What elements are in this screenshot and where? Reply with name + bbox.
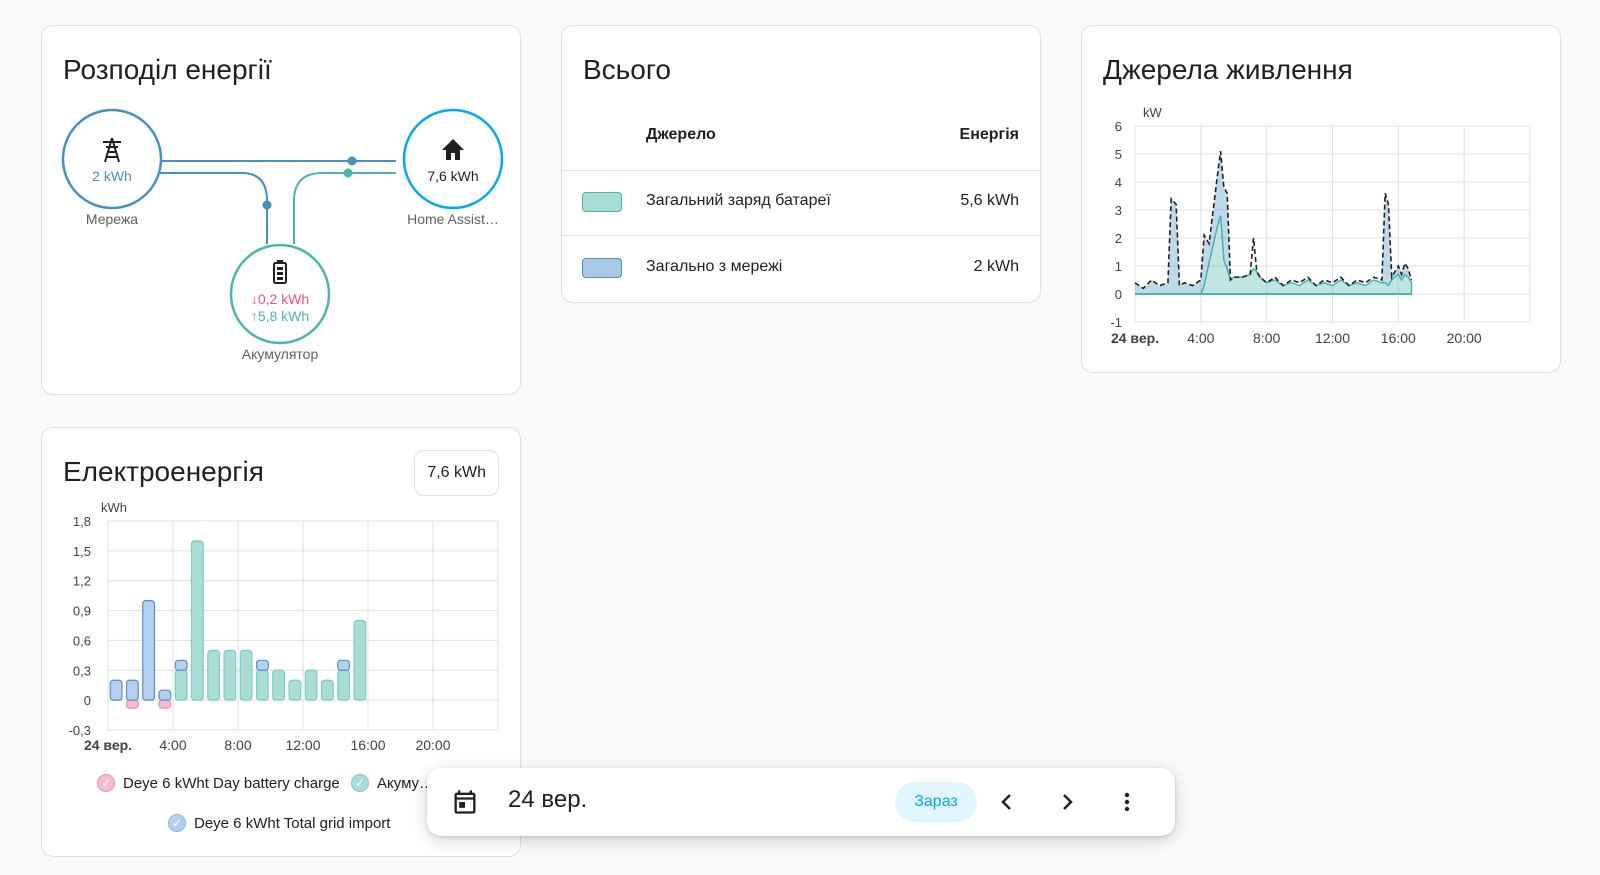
power-sources-card: Джерела живлення 6 5 4 3 2 1 0 -1 24 вер. 4:00 8:0… — [1081, 25, 1561, 373]
y-tick-label: 1,5 — [73, 544, 91, 559]
source-column-header: Джерело — [646, 126, 716, 143]
y-tick-label: -1 — [1110, 315, 1122, 330]
battery-node[interactable]: ↓0,2 kWh ↑5,8 kWh — [229, 243, 331, 345]
chevron-right-icon[interactable] — [1047, 782, 1087, 822]
y-tick-label: 6 — [1115, 119, 1122, 134]
x-tick-label: 12:00 — [285, 737, 320, 753]
x-tick-label: 4:00 — [159, 737, 186, 753]
bar-battery — [239, 649, 253, 701]
y-tick-label: 1,8 — [73, 514, 91, 529]
x-tick-label: 24 вер. — [84, 737, 132, 753]
date-picker-bar: 24 вер. Зараз — [427, 768, 1175, 836]
dots-vertical-icon[interactable] — [1107, 782, 1147, 822]
totals-row-value: 2 kWh — [973, 258, 1019, 275]
legend-label: Deye 6 kWht Total grid import — [194, 814, 391, 832]
y-axis-label: kWh — [101, 500, 127, 515]
bar-battery — [190, 540, 204, 701]
grid-swatch — [582, 258, 622, 278]
bar-grid-import — [337, 659, 351, 671]
y-tick-label: 0,3 — [73, 663, 91, 678]
y-tick-label: 2 — [1115, 231, 1122, 246]
x-tick-label: 8:00 — [224, 737, 251, 753]
x-tick-label: 16:00 — [1381, 330, 1416, 346]
y-tick-label: 0 — [1115, 287, 1122, 302]
x-tick-label: 24 вер. — [1111, 330, 1159, 346]
energy-distribution-card: Розподіл енергії 2 kWh 7,6 kWh ↓0,2 kWh … — [41, 25, 521, 395]
x-tick-label: 4:00 — [1187, 330, 1214, 346]
legend-item-battery[interactable]: ✓ Акуму… — [351, 774, 434, 792]
bar-battery — [272, 669, 286, 701]
energy-column-header: Енергія — [959, 126, 1019, 143]
y-tick-label: 0 — [84, 693, 91, 708]
today-button[interactable]: Зараз — [895, 782, 977, 822]
totals-card: Всього Джерело Енергія Загальний заряд б… — [561, 25, 1041, 303]
electricity-chart: 1,8 1,5 1,2 0,9 0,6 0,3 0 -0,324 вер. 4:00 8:00 12… — [69, 500, 499, 753]
bar-battery — [174, 669, 188, 701]
current-date[interactable]: 24 вер. — [508, 786, 587, 814]
bar-battery — [223, 649, 237, 701]
y-tick-label: 1,2 — [73, 574, 91, 589]
bar-grid-import — [109, 679, 123, 701]
bar-grid-import — [255, 659, 269, 671]
bar-battery — [207, 649, 221, 701]
y-tick-label: 0,9 — [73, 604, 91, 619]
battery-discharge-value: ↓0,2 kWh — [251, 291, 309, 307]
divider — [562, 235, 1040, 236]
grid-node[interactable]: 2 kWh — [61, 108, 163, 210]
totals-title: Всього — [583, 54, 672, 85]
battery-label: Акумулятор — [241, 346, 319, 362]
bar-battery-charge — [125, 699, 139, 709]
divider — [562, 170, 1040, 171]
bar-battery — [304, 669, 318, 701]
bar-battery — [353, 619, 367, 701]
y-tick-label: 1 — [1115, 259, 1122, 274]
legend-item-grid-import[interactable]: ✓ Deye 6 kWht Total grid import — [168, 814, 390, 832]
home-label: Home Assist… — [407, 211, 499, 227]
totals-row-label: Загально з мережі — [646, 258, 783, 275]
bar-battery-charge — [158, 699, 172, 709]
totals-row-value: 5,6 kWh — [960, 192, 1019, 209]
y-tick-label: 0,6 — [73, 633, 91, 648]
bar-grid-import — [174, 659, 188, 671]
battery-swatch — [582, 192, 622, 212]
power-sources-chart: 6 5 4 3 2 1 0 -124 вер. 4:00 8:00 12:00 16:00 20:00 k… — [1110, 105, 1531, 346]
check-icon: ✓ — [168, 814, 186, 832]
home-node[interactable]: 7,6 kWh — [402, 108, 504, 210]
x-tick-label: 16:00 — [350, 737, 385, 753]
x-tick-label: 20:00 — [415, 737, 450, 753]
bar-battery — [255, 669, 269, 701]
y-tick-label: 5 — [1115, 147, 1122, 162]
y-tick-label: 4 — [1115, 175, 1122, 190]
bar-battery — [320, 679, 334, 701]
grid-area-series — [1135, 151, 1412, 294]
bar-battery — [288, 679, 302, 701]
check-icon: ✓ — [97, 774, 115, 792]
chevron-left-icon[interactable] — [987, 782, 1027, 822]
bar-grid-import — [125, 679, 139, 701]
home-value: 7,6 kWh — [427, 168, 478, 184]
x-tick-label: 12:00 — [1315, 330, 1350, 346]
check-icon: ✓ — [351, 774, 369, 792]
totals-row-label: Загальний заряд батареї — [646, 192, 831, 209]
bar-battery — [337, 669, 351, 701]
legend-label: Акуму… — [377, 774, 435, 792]
calendar-icon[interactable] — [445, 782, 485, 822]
grid-label: Мережа — [85, 211, 139, 227]
grid-value: 2 kWh — [92, 168, 132, 184]
x-tick-label: 8:00 — [1253, 330, 1280, 346]
legend-item-battery-charge[interactable]: ✓ Deye 6 kWht Day battery charge — [97, 774, 340, 792]
battery-charge-value: ↑5,8 kWh — [251, 308, 309, 324]
y-tick-label: -0,3 — [69, 723, 91, 738]
y-tick-label: 3 — [1115, 203, 1122, 218]
x-tick-label: 20:00 — [1447, 330, 1482, 346]
y-axis-label: kW — [1143, 105, 1163, 120]
legend-label: Deye 6 kWht Day battery charge — [123, 774, 340, 792]
bar-grid-import — [142, 600, 156, 701]
bar-grid-import — [158, 689, 172, 701]
